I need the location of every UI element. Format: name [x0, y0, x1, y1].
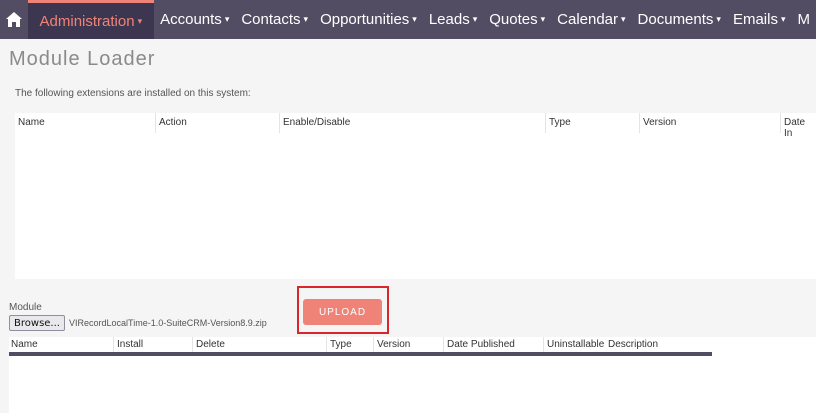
column-header-date-published: Date Published — [447, 339, 515, 350]
chevron-down-icon: ▾ — [716, 14, 721, 24]
nav-label: Emails — [732, 11, 778, 28]
nav-label: Contacts — [241, 11, 301, 28]
nav-label: Leads — [428, 11, 470, 28]
chevron-down-icon: ▾ — [303, 14, 309, 24]
chevron-down-icon: ▾ — [137, 15, 143, 26]
nav-label: Documents — [637, 11, 714, 28]
nav-label: M — [797, 11, 811, 28]
column-header-install: Install — [117, 339, 144, 350]
column-divider — [373, 337, 374, 352]
top-navigation: Administration ▾ Accounts ▾ Contacts ▾ Oppo… — [0, 0, 816, 39]
page-title: Module Loader — [9, 48, 156, 70]
column-header-description: Description — [608, 339, 659, 350]
column-divider — [155, 113, 156, 133]
column-divider — [639, 113, 640, 133]
nav-item-administration[interactable]: Administration ▾ — [27, 0, 155, 39]
installed-intro-text: The following extensions are installed o… — [15, 88, 251, 99]
nav-label: Administration — [39, 12, 135, 30]
chevron-down-icon: ▾ — [412, 14, 417, 24]
chevron-down-icon: ▾ — [780, 14, 786, 24]
column-header-date-installed[interactable]: Date In — [784, 117, 816, 139]
column-divider — [780, 113, 781, 133]
packages-table-extension — [712, 337, 816, 413]
nav-item-leads[interactable]: Leads ▾ — [423, 0, 483, 39]
column-header-name: Name — [11, 339, 38, 350]
nav-label: Calendar — [557, 11, 619, 28]
column-divider — [326, 337, 327, 352]
column-header-enable-disable[interactable]: Enable/Disable — [283, 117, 350, 128]
chevron-down-icon: ▾ — [621, 14, 626, 24]
nav-item-accounts[interactable]: Accounts ▾ — [154, 0, 235, 39]
column-divider — [543, 337, 544, 352]
column-divider — [443, 337, 444, 352]
packages-table: Name Install Delete Type Version Date Pu… — [9, 337, 712, 413]
nav-label: Quotes — [489, 11, 538, 28]
nav-label: Accounts — [160, 11, 222, 28]
column-header-type[interactable]: Type — [549, 117, 571, 128]
selected-file-name: VIRecordLocalTime-1.0-SuiteCRM-Version8.… — [69, 318, 267, 328]
nav-item-documents[interactable]: Documents ▾ — [632, 0, 727, 39]
column-divider — [279, 113, 280, 133]
nav-item-emails[interactable]: Emails ▾ — [727, 0, 792, 39]
nav-item-calendar[interactable]: Calendar ▾ — [551, 0, 631, 39]
installed-extensions-table: Name Action Enable/Disable Type Version … — [15, 113, 816, 279]
module-label: Module — [9, 302, 42, 313]
home-icon[interactable] — [0, 0, 28, 39]
chevron-down-icon: ▾ — [540, 14, 546, 24]
column-header-version[interactable]: Version — [643, 117, 676, 128]
browse-button[interactable]: Browse... — [9, 315, 65, 331]
chevron-down-icon: ▾ — [224, 14, 230, 24]
column-divider — [192, 337, 193, 352]
chevron-down-icon: ▾ — [472, 14, 478, 24]
column-divider — [113, 337, 114, 352]
nav-item-more[interactable]: M — [792, 0, 816, 39]
nav-item-opportunities[interactable]: Opportunities ▾ — [314, 0, 423, 39]
column-header-type: Type — [330, 339, 352, 350]
column-header-name[interactable]: Name — [18, 117, 45, 128]
nav-item-contacts[interactable]: Contacts ▾ — [235, 0, 314, 39]
column-header-uninstallable: Uninstallable — [547, 339, 605, 350]
nav-item-quotes[interactable]: Quotes ▾ — [483, 0, 551, 39]
column-divider — [545, 113, 546, 133]
table-header: Name Action Enable/Disable Type Version … — [15, 113, 816, 139]
upload-button[interactable]: UPLOAD — [303, 299, 382, 325]
nav-label: Opportunities — [320, 11, 410, 28]
table-header: Name Install Delete Type Version Date Pu… — [9, 337, 712, 356]
column-header-version: Version — [377, 339, 411, 350]
column-header-delete: Delete — [196, 339, 225, 350]
column-header-action[interactable]: Action — [159, 117, 187, 128]
